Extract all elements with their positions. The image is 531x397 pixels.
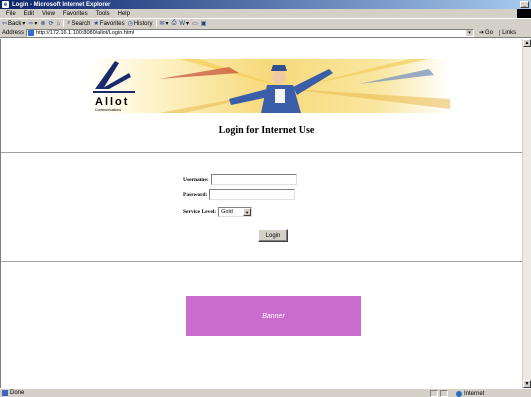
go-label: Go [485,29,494,36]
favorites-icon: ★ [93,21,99,27]
ad-banner-label: Banner [262,312,285,320]
print-icon: ⎙ [171,20,177,26]
chevron-down-icon: ▾ [22,21,26,27]
service-level-select[interactable]: Gold ▼ [218,207,253,217]
refresh-icon: ⟳ [48,21,54,27]
username-label: Username: [183,176,209,183]
minimize-button[interactable]: _ [520,1,529,8]
menu-tools[interactable]: Tools [96,11,110,17]
edit-button[interactable]: W ▾ [179,20,190,28]
status-bar: Done Internet [0,388,531,397]
address-label: Address [2,29,25,36]
ad-banner[interactable]: Banner [186,296,361,336]
status-cell [440,390,448,397]
logo-brand: Allot [95,96,129,108]
home-icon: ⌂ [56,20,61,27]
messenger-icon: ▣ [200,21,207,27]
stop-button[interactable]: ⊗ [40,20,45,27]
word-icon: W [179,20,186,27]
header-banner-image: Allot Communications [89,59,450,113]
window-title: Login - Microsoft Internet Explorer [12,1,111,8]
history-button[interactable]: ◷ History [127,20,153,28]
divider-bottom [1,261,522,263]
go-button[interactable]: ➔ Go [479,29,494,37]
login-button[interactable]: Login [258,229,288,242]
history-label: History [133,20,153,27]
menu-help[interactable]: Help [118,11,130,17]
refresh-button[interactable]: ⟳ [48,20,53,27]
menu-file[interactable]: File [6,11,16,17]
discuss-button[interactable]: ▭ [192,20,198,27]
username-input[interactable] [210,174,297,185]
favorites-button[interactable]: ★ Favorites [93,20,125,28]
back-arrow-icon: ⇦ [2,21,8,27]
logo-tagline: Communications [95,108,121,112]
mail-icon: ✉ [159,21,165,27]
search-icon: ⌕ [67,20,71,26]
forward-button[interactable]: ⇨ ▾ [28,20,37,27]
chevron-down-icon: ▾ [34,21,38,27]
back-button[interactable]: ⇦ Back ▾ [2,20,26,28]
page-title: Login for Internet Use [218,125,315,136]
links-button[interactable]: Links [499,29,516,36]
service-level-row: Service Level: Gold ▼ [183,207,253,217]
divider-top [1,152,522,154]
zone-label: Internet [464,390,485,397]
menu-favorites[interactable]: Favorites [63,11,88,17]
history-icon: ◷ [127,21,133,27]
globe-icon [456,390,462,397]
address-dropdown-button[interactable]: ▾ [466,29,474,36]
toolbar-separator [155,20,157,27]
username-row: Username: [183,174,297,185]
vertical-scrollbar[interactable]: ▲ ▼ [522,39,531,388]
search-button[interactable]: ⌕ Search [67,20,90,27]
mail-button[interactable]: ✉ ▾ [160,20,169,27]
service-level-label: Service Level: [183,209,217,215]
ie-icon: e [2,1,9,8]
chevron-down-icon: ▼ [243,208,252,216]
menu-edit[interactable]: Edit [24,11,34,17]
favorites-label: Favorites [99,20,125,27]
chevron-down-icon: ▾ [165,21,169,27]
page-icon [28,29,35,36]
print-button[interactable]: ⎙ [172,20,177,27]
menu-bar: File Edit View Favorites Tools Help [0,9,531,36]
messenger-button[interactable]: ▣ [201,20,207,27]
discuss-icon: ▭ [192,21,198,27]
scroll-up-icon[interactable]: ▲ [523,39,531,47]
home-button[interactable]: ⌂ [57,21,61,27]
search-label: Search [71,20,91,27]
status-cell [430,390,438,397]
scroll-down-icon[interactable]: ▼ [523,380,531,388]
toolbar-separator [63,20,65,27]
address-input[interactable]: http://172.16.1.100:8080/allot/Login.htm… [26,28,475,37]
password-input[interactable] [209,189,296,200]
address-url: http://172.16.1.100:8080/allot/Login.htm… [36,29,135,36]
chevron-down-icon: ▾ [186,21,190,27]
status-text: Done [10,390,25,396]
stop-icon: ⊗ [40,21,46,27]
page-status-icon [2,390,8,396]
service-level-value: Gold [221,209,233,215]
header-banner-graphic: Allot Communications [89,59,450,113]
menu-view[interactable]: View [42,11,55,17]
password-label: Password: [183,191,208,198]
back-label: Back [8,20,22,27]
address-bar: Address http://172.16.1.100:8080/allot/L… [0,28,531,38]
security-zone: Internet [456,389,484,397]
go-arrow-icon: ➔ [479,30,485,36]
toolbar: ⇦ Back ▾ ⇨ ▾ ⊗ ⟳ ⌂ ⌕ Search ★ Favorites … [0,18,531,28]
forward-arrow-icon: ⇨ [28,21,34,27]
title-bar: e Login - Microsoft Internet Explorer _ [0,0,531,9]
password-row: Password: [183,189,296,200]
page-content: Allot Communications Login for Internet … [0,39,531,388]
